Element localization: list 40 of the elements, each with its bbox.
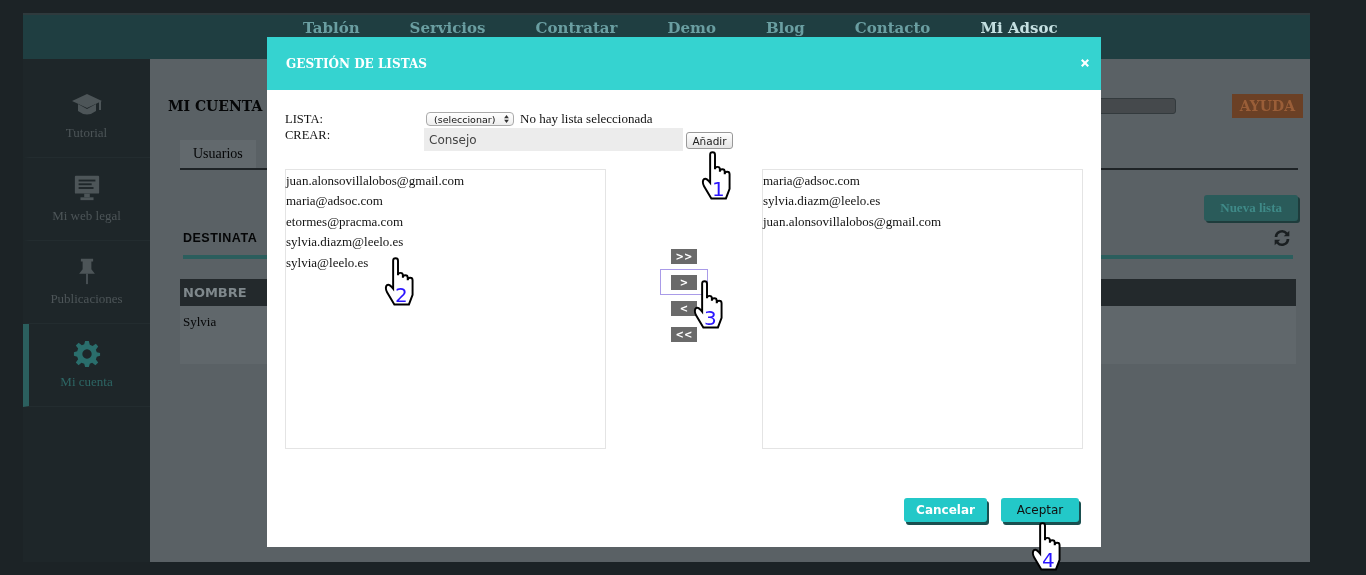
list-select[interactable]: (seleccionar) <box>426 112 514 126</box>
column-header: NOMBRE <box>183 285 247 300</box>
close-icon <box>1080 57 1090 68</box>
nav-link[interactable]: Contratar <box>535 19 618 37</box>
table-cell-text: Sylvia <box>183 314 217 331</box>
nav-link[interactable]: Tablón <box>303 19 360 37</box>
nav-link[interactable]: Blog <box>765 19 805 37</box>
move-button[interactable]: < <box>671 300 697 316</box>
email-option[interactable]: etormes@pracma.com <box>286 211 605 233</box>
email-option[interactable]: maria@adsoc.com <box>763 171 1082 192</box>
email-option[interactable]: juan.alonsovillalobos@gmail.com <box>286 171 605 192</box>
field-label: CREAR: <box>285 128 332 143</box>
email-option[interactable]: juan.alonsovillalobos@gmail.com <box>763 211 1082 233</box>
email-option[interactable]: sylvia.diazm@leelo.es <box>763 191 1082 212</box>
move-button[interactable]: >> <box>671 248 697 264</box>
updown-caret-icon <box>504 115 509 123</box>
nav-link[interactable]: Servicios <box>409 19 486 37</box>
dialog-title: GESTIÓN DE LISTAS <box>286 56 427 71</box>
add-button[interactable]: Añadir <box>686 132 733 149</box>
nav-link[interactable]: Mi Adsoc <box>980 19 1058 37</box>
field-label: LISTA: <box>285 111 324 127</box>
selected-list[interactable]: maria@adsoc.com sylvia.diazm@leelo.es juan.alonsovillalobos@gmail.com <box>762 169 1083 449</box>
list-status: No hay lista seleccionada <box>520 111 653 127</box>
email-option[interactable]: sylvia.diazm@leelo.es <box>286 232 605 253</box>
name-input[interactable]: Consejo <box>424 128 683 151</box>
nav-link[interactable]: Demo <box>667 19 716 37</box>
page-title: MI CUENTA <box>168 98 264 114</box>
tab[interactable]: Usuarios <box>180 140 256 168</box>
move-button[interactable]: > <box>671 274 697 290</box>
move-button[interactable]: << <box>671 326 697 342</box>
sidebar-label: Mi cuenta <box>60 374 113 390</box>
step-number: 2 <box>395 285 408 305</box>
section-title: DESTINATA <box>183 231 258 245</box>
step-number: 4 <box>1042 550 1055 570</box>
email-option[interactable]: maria@adsoc.com <box>286 191 605 212</box>
step-number: 3 <box>704 308 717 328</box>
accept-button[interactable]: Aceptar <box>1001 498 1079 522</box>
nav-link[interactable]: Contacto <box>854 19 931 37</box>
step-number: 1 <box>712 179 725 199</box>
email-option[interactable]: sylvia@leelo.es <box>286 252 605 274</box>
